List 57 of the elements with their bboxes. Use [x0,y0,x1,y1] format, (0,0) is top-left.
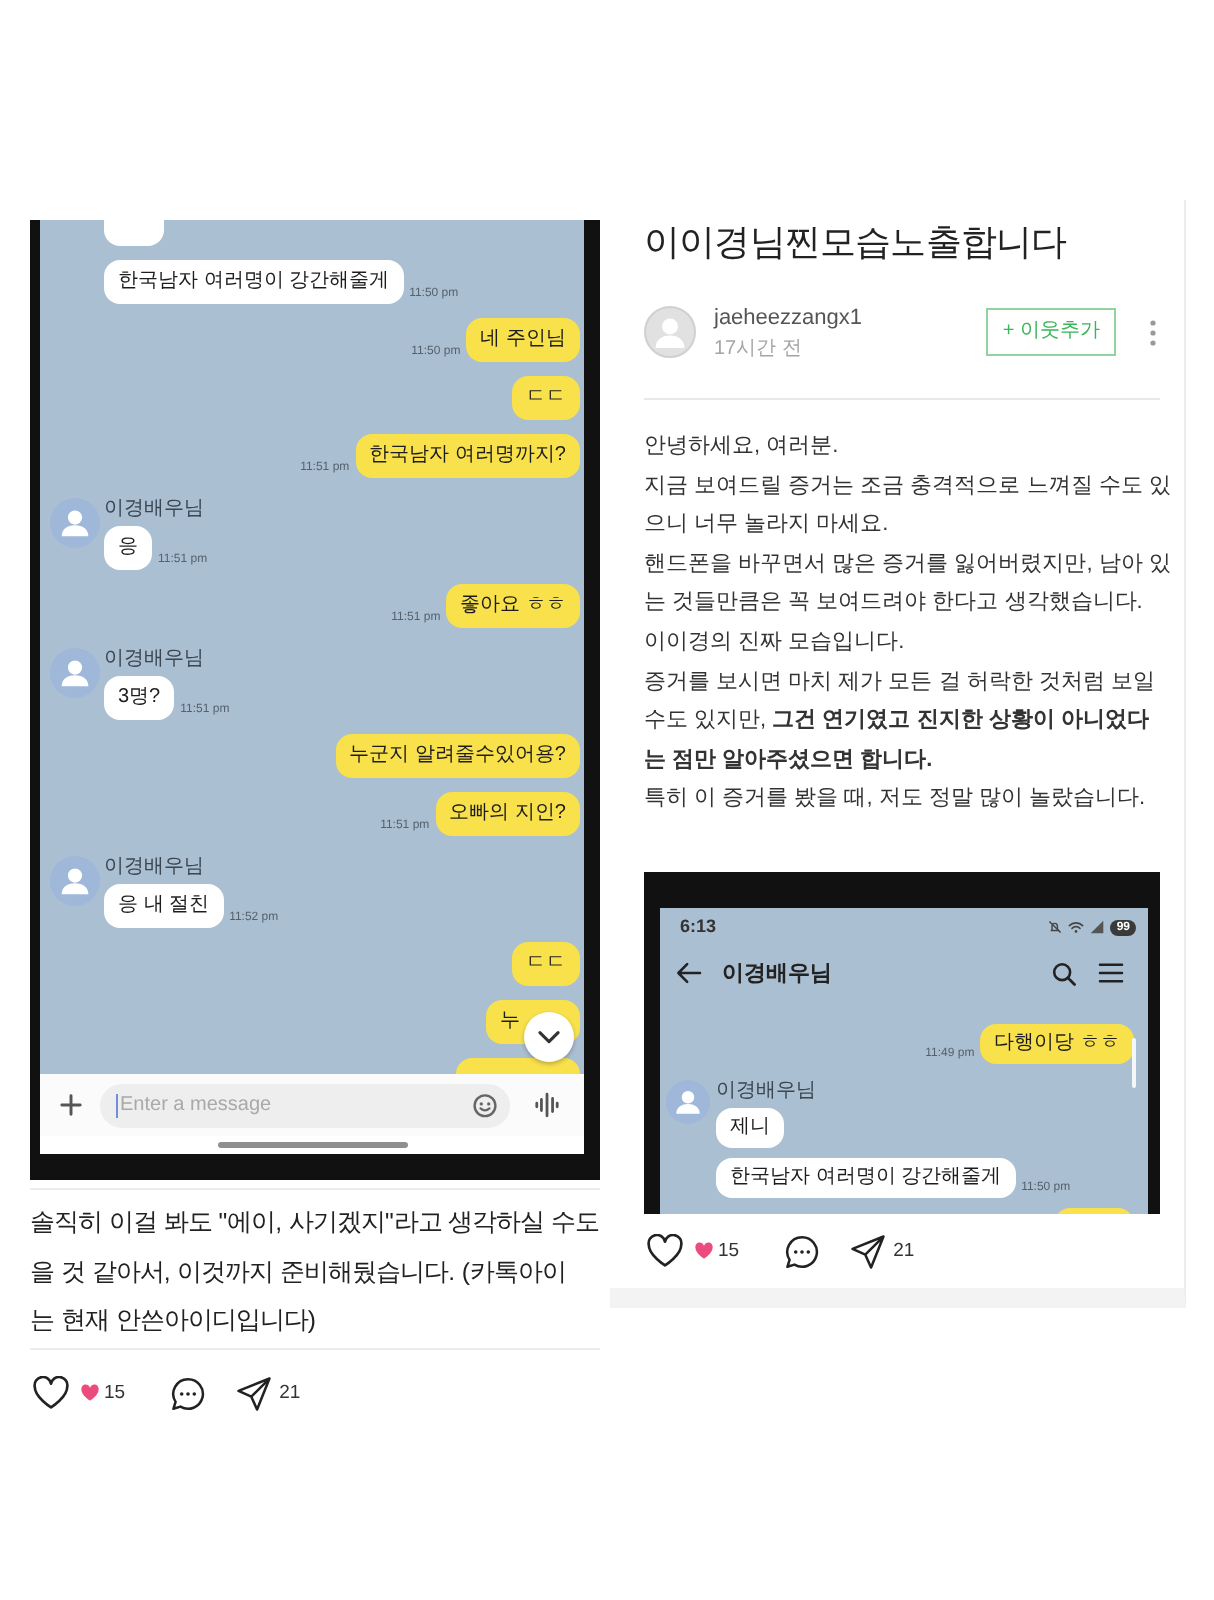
signal-icon [1090,920,1105,935]
message-bubble: ㄷㄷ [512,376,580,420]
wifi-icon [1068,920,1085,935]
message-bubble: 한국남자 여러명이 강간해줄게 [104,260,404,304]
message-input[interactable]: Enter a message [100,1083,510,1127]
send-icon[interactable] [849,1233,886,1270]
scrollbar [1132,1037,1136,1088]
status-time: 6:13 [680,916,717,939]
avatar-icon [644,306,696,358]
post-time: 17시간 전 [714,335,804,361]
message-bubble: ㄷㄷ [512,942,580,986]
message-bubble: 3명? [104,676,175,720]
search-icon[interactable] [1052,961,1076,986]
chevron-down-icon [536,1027,562,1047]
message-bubble: 한국남자 여러명까지? [355,434,580,478]
sender-name: 이경배우님 [104,498,204,522]
text-cursor [116,1093,118,1117]
avatar-icon [50,498,100,548]
sender-name: 이경배우님 [716,1079,816,1104]
message-bubble: 한국남자 여러명이 강간해줄게 [716,1157,1016,1198]
message-bubble: 다행이당 ㅎㅎ [980,1023,1134,1064]
sound-wave-icon[interactable] [534,1092,560,1118]
message-bubble: 네 주인님 [466,318,580,362]
message-bubble: 응 [104,526,152,570]
avatar-icon [50,648,100,698]
like-count: 15 [718,1240,740,1263]
send-icon[interactable] [235,1375,272,1411]
message-bubble: 제니 [716,1107,784,1148]
sender-name: 이경배우님 [104,856,204,880]
back-arrow-icon[interactable] [676,962,702,985]
filled-heart-icon [80,1384,100,1402]
filled-heart-icon [694,1242,714,1261]
share-count: 21 [279,1382,301,1404]
avatar-icon [666,1079,710,1124]
muted-bell-icon [1048,920,1063,935]
message-bubble: 오빠의 지인? [435,792,580,836]
comment-icon[interactable] [169,1375,206,1411]
plus-icon[interactable] [60,1094,82,1116]
post-body: 안녕하세요, 여러분. 지금 보여드릴 증거는 조금 충격적으로 느껴질 수도 있 으니 너무 놀라지 마세요. 핸드폰을 바꾸면서 많은 증거를 잃어버렸지만, 남아 있 는 것들만큼은 꼭 보여드려야 한다고 생각했습니다. 이이경의 진짜 모습입니다. 증거를 보시면 마치 제가 모든 걸 허락한 것처럼 보일 수도 있지만, 그건 연기였고 진지한 상황이 아니었다 는 점만 알아주셨으면 합니다. 특히 이 증거를 봤을 때, 저도 정말 많이 놀랐습니다. [644,432,1171,815]
sender-name: 이경배우님 [104,648,204,672]
follow-button[interactable]: + 이웃추가 [986,308,1116,356]
share-count: 21 [893,1240,915,1263]
heart-icon[interactable] [646,1234,684,1269]
avatar-icon [50,856,100,906]
more-options-icon[interactable] [1150,319,1156,345]
like-count: 15 [104,1382,126,1404]
message-bubble: 누군지 알려줄수있어용? [335,734,580,778]
message-bubble: 응 내 절친 [104,884,224,928]
heart-icon[interactable] [32,1376,70,1410]
menu-icon[interactable] [1098,962,1124,985]
chat-title: 이경배우님 [722,959,832,988]
author-name: jaeheezzangx1 [714,303,863,331]
smiley-icon[interactable] [472,1091,498,1117]
message-bubble: 좋아요 ㅎㅎ [446,584,580,628]
post-caption: 솔직히 이걸 봐도 "에이, 사기겠지"라고 생각하실 수도 을 것 같아서, 이것까지 준비해뒀습니다. (카톡아이 는 현재 안쓴아이디입니다) [30,1188,600,1349]
post-title: 이이경님찐모습노출합니다 [644,220,1069,266]
comment-icon[interactable] [783,1233,820,1270]
